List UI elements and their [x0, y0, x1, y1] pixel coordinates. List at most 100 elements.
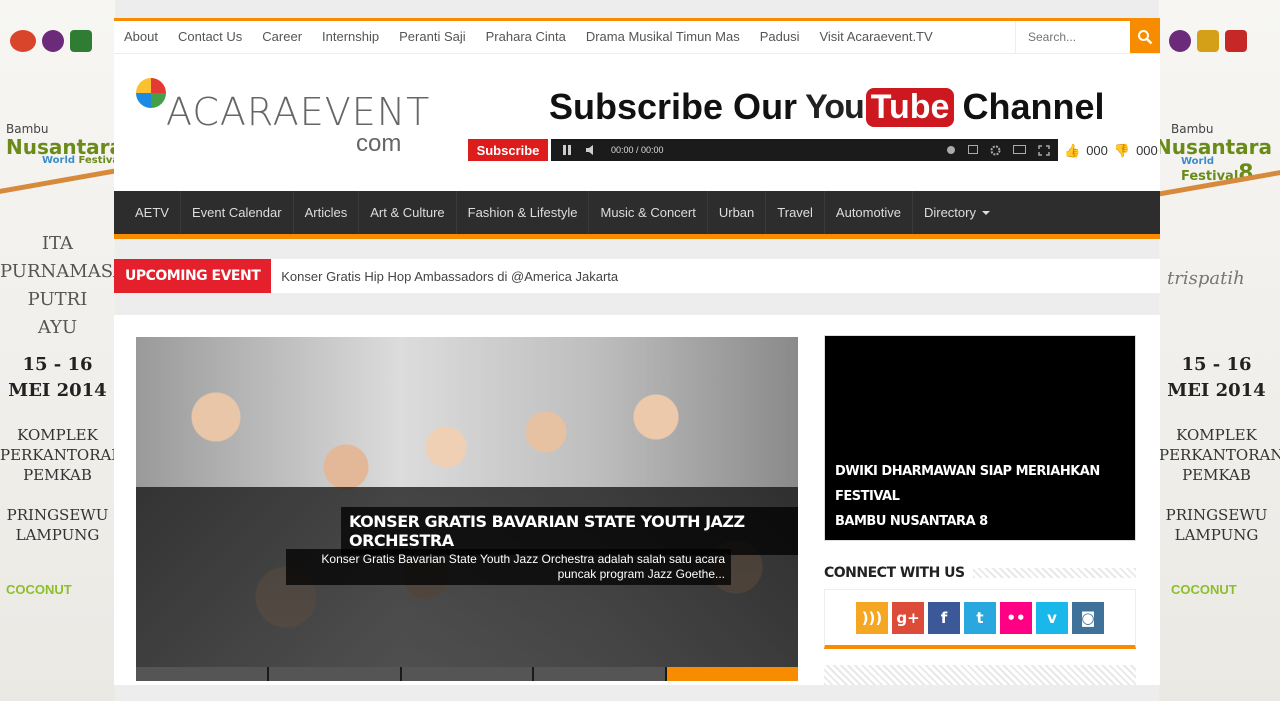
right-side-banner[interactable]: Bambu Nusantara World Festival8 trispati…: [1159, 0, 1280, 701]
slider-pagination: [136, 667, 798, 681]
nav-urban[interactable]: Urban: [708, 191, 767, 234]
slide-excerpt-line: puncak program Jazz Goethe...: [557, 567, 725, 581]
logo-ball-icon: [136, 78, 166, 108]
player-right-controls: [946, 144, 1058, 156]
google-plus-icon[interactable]: g+: [892, 601, 924, 634]
facebook-icon[interactable]: f: [928, 601, 960, 634]
video-caption-line: DWIKI DHARMAWAN SIAP MERIAHKAN FESTIVAL: [835, 464, 1100, 504]
slider-dot[interactable]: [136, 667, 267, 681]
yt-suffix: Channel: [962, 86, 1105, 127]
event-date: 15 - 16 MEI 2014: [8, 354, 107, 401]
twitter-icon[interactable]: t: [964, 601, 996, 634]
festival-brand-sub2: Festival: [78, 155, 115, 166]
coconut-sponsor-logo: COCONUT: [6, 582, 72, 597]
lampung-emblem-logo: [1197, 30, 1219, 52]
settings-gear-icon[interactable]: [990, 145, 1001, 156]
connect-title-text: CONNECT WITH US: [824, 565, 965, 581]
theater-mode-icon[interactable]: [1013, 144, 1026, 154]
search-button[interactable]: [1130, 21, 1160, 53]
event-city: PRINGSEWU LAMPUNG: [6, 506, 109, 544]
site-header: ACARAEVENT com Subscribe Our You Tube Cha…: [114, 53, 1160, 191]
nav-event-calendar[interactable]: Event Calendar: [181, 191, 294, 234]
youtube-subscribe-banner: Subscribe Our You Tube Channel: [549, 86, 1104, 128]
slider-dot[interactable]: [401, 667, 533, 681]
captions-icon[interactable]: [968, 144, 978, 154]
top-navigation: About Contact Us Career Internship Peran…: [114, 18, 1160, 53]
top-nav-career[interactable]: Career: [252, 21, 312, 53]
top-nav-prahara-cinta[interactable]: Prahara Cinta: [476, 21, 576, 53]
nav-aetv[interactable]: AETV: [124, 191, 181, 234]
festival-brand-sub1: World: [42, 155, 76, 166]
ministry-logo: [42, 30, 64, 52]
top-nav-links: About Contact Us Career Internship Peran…: [114, 21, 943, 53]
video-caption-line: BAMBU NUSANTARA 8: [835, 514, 988, 529]
flickr-icon[interactable]: ••: [1000, 601, 1032, 634]
event-location: KOMPLEK PERKANTORAN PEMKAB: [1159, 426, 1280, 484]
slide-title[interactable]: KONSER GRATIS BAVARIAN STATE YOUTH JAZZ …: [341, 507, 798, 555]
featured-video[interactable]: DWIKI DHARMAWAN SIAP MERIAHKAN FESTIVAL …: [824, 335, 1136, 541]
nav-directory-label: Directory: [923, 205, 976, 220]
top-nav-padusi[interactable]: Padusi: [750, 21, 810, 53]
top-nav-internship[interactable]: Internship: [312, 21, 389, 53]
nav-articles[interactable]: Articles: [294, 191, 360, 234]
like-count: 000: [1086, 143, 1108, 158]
slider-dot[interactable]: [268, 667, 400, 681]
content-area: KONSER GRATIS BAVARIAN STATE YOUTH JAZZ …: [114, 315, 1160, 685]
event-location: KOMPLEK PERKANTORAN PEMKAB: [0, 426, 115, 484]
top-nav-visit-acaraevent-tv[interactable]: Visit Acaraevent.TV: [809, 21, 942, 53]
page-wrapper: About Contact Us Career Internship Peran…: [114, 18, 1160, 701]
watch-later-icon[interactable]: [946, 145, 956, 155]
search-icon: [1138, 30, 1153, 45]
slider-dot[interactable]: [667, 667, 798, 681]
coconut-sponsor-logo: COCONUT: [1171, 582, 1237, 597]
vimeo-icon[interactable]: v: [1036, 601, 1068, 634]
video-player-controls: 00:00 / 00:00: [551, 139, 1058, 161]
performer-name: ITA PURNAMASARI PUTRI AYU: [0, 233, 115, 338]
event-city: PRINGSEWU LAMPUNG: [1165, 506, 1268, 544]
top-nav-drama-musikal[interactable]: Drama Musikal Timun Mas: [576, 21, 750, 53]
pause-icon[interactable]: [561, 144, 573, 156]
event-date: 15 - 16 MEI 2014: [1167, 354, 1266, 401]
top-nav-about[interactable]: About: [114, 21, 168, 53]
top-nav-peranti-saji[interactable]: Peranti Saji: [389, 21, 475, 53]
instagram-icon[interactable]: ◙: [1072, 601, 1104, 634]
next-widget-heading: [824, 665, 1136, 685]
player-time: 00:00 / 00:00: [611, 145, 664, 155]
volume-icon[interactable]: [585, 144, 599, 156]
thumbs-down-icon[interactable]: 👎: [1114, 143, 1130, 159]
logo-sub: com: [356, 130, 402, 157]
slider-dot[interactable]: [534, 667, 666, 681]
connect-with-us-heading: CONNECT WITH US: [824, 565, 1136, 581]
nav-automotive[interactable]: Automotive: [825, 191, 913, 234]
search-form: [1015, 21, 1160, 53]
trispatih-logo: trispatih: [1167, 268, 1245, 289]
wonderful-indonesia-logo: [10, 30, 36, 52]
logo-name: ACARAEVENT: [166, 90, 431, 134]
fullscreen-icon[interactable]: [1038, 144, 1050, 156]
nav-art-culture[interactable]: Art & Culture: [359, 191, 457, 234]
heading-stripes: [972, 568, 1136, 578]
upcoming-event-ticker: UPCOMING EVENT Konser Gratis Hip Hop Amb…: [114, 259, 1160, 293]
sponsor-logos: [1169, 30, 1247, 52]
featured-slider[interactable]: KONSER GRATIS BAVARIAN STATE YOUTH JAZZ …: [136, 337, 798, 681]
nav-directory[interactable]: Directory: [913, 191, 1001, 234]
ticker-link[interactable]: Konser Gratis Hip Hop Ambassadors di @Am…: [271, 269, 618, 284]
left-side-banner[interactable]: Bambu Nusantara World Festival ITA PURNA…: [0, 0, 115, 701]
festival-brand-sub1: World: [1181, 156, 1215, 167]
festival-brand-main: Nusantara: [1159, 135, 1273, 159]
nav-travel[interactable]: Travel: [766, 191, 825, 234]
festival-logo: Bambu Nusantara World Festival: [6, 120, 115, 166]
top-nav-contact-us[interactable]: Contact Us: [168, 21, 252, 53]
nav-fashion-lifestyle[interactable]: Fashion & Lifestyle: [457, 191, 590, 234]
youtube-logo: You Tube: [805, 87, 955, 127]
ministry-logo: [1169, 30, 1191, 52]
chevron-down-icon: [981, 210, 990, 215]
search-input[interactable]: [1015, 21, 1130, 53]
nav-music-concert[interactable]: Music & Concert: [589, 191, 708, 234]
slide-excerpt-line: Konser Gratis Bavarian State Youth Jazz …: [321, 552, 725, 566]
lampung-emblem-logo: [70, 30, 92, 52]
thumbs-up-icon[interactable]: 👍: [1064, 143, 1080, 159]
rss-icon[interactable]: ))): [856, 601, 888, 634]
video-caption[interactable]: DWIKI DHARMAWAN SIAP MERIAHKAN FESTIVAL …: [835, 459, 1135, 534]
subscribe-button[interactable]: Subscribe: [468, 139, 548, 161]
